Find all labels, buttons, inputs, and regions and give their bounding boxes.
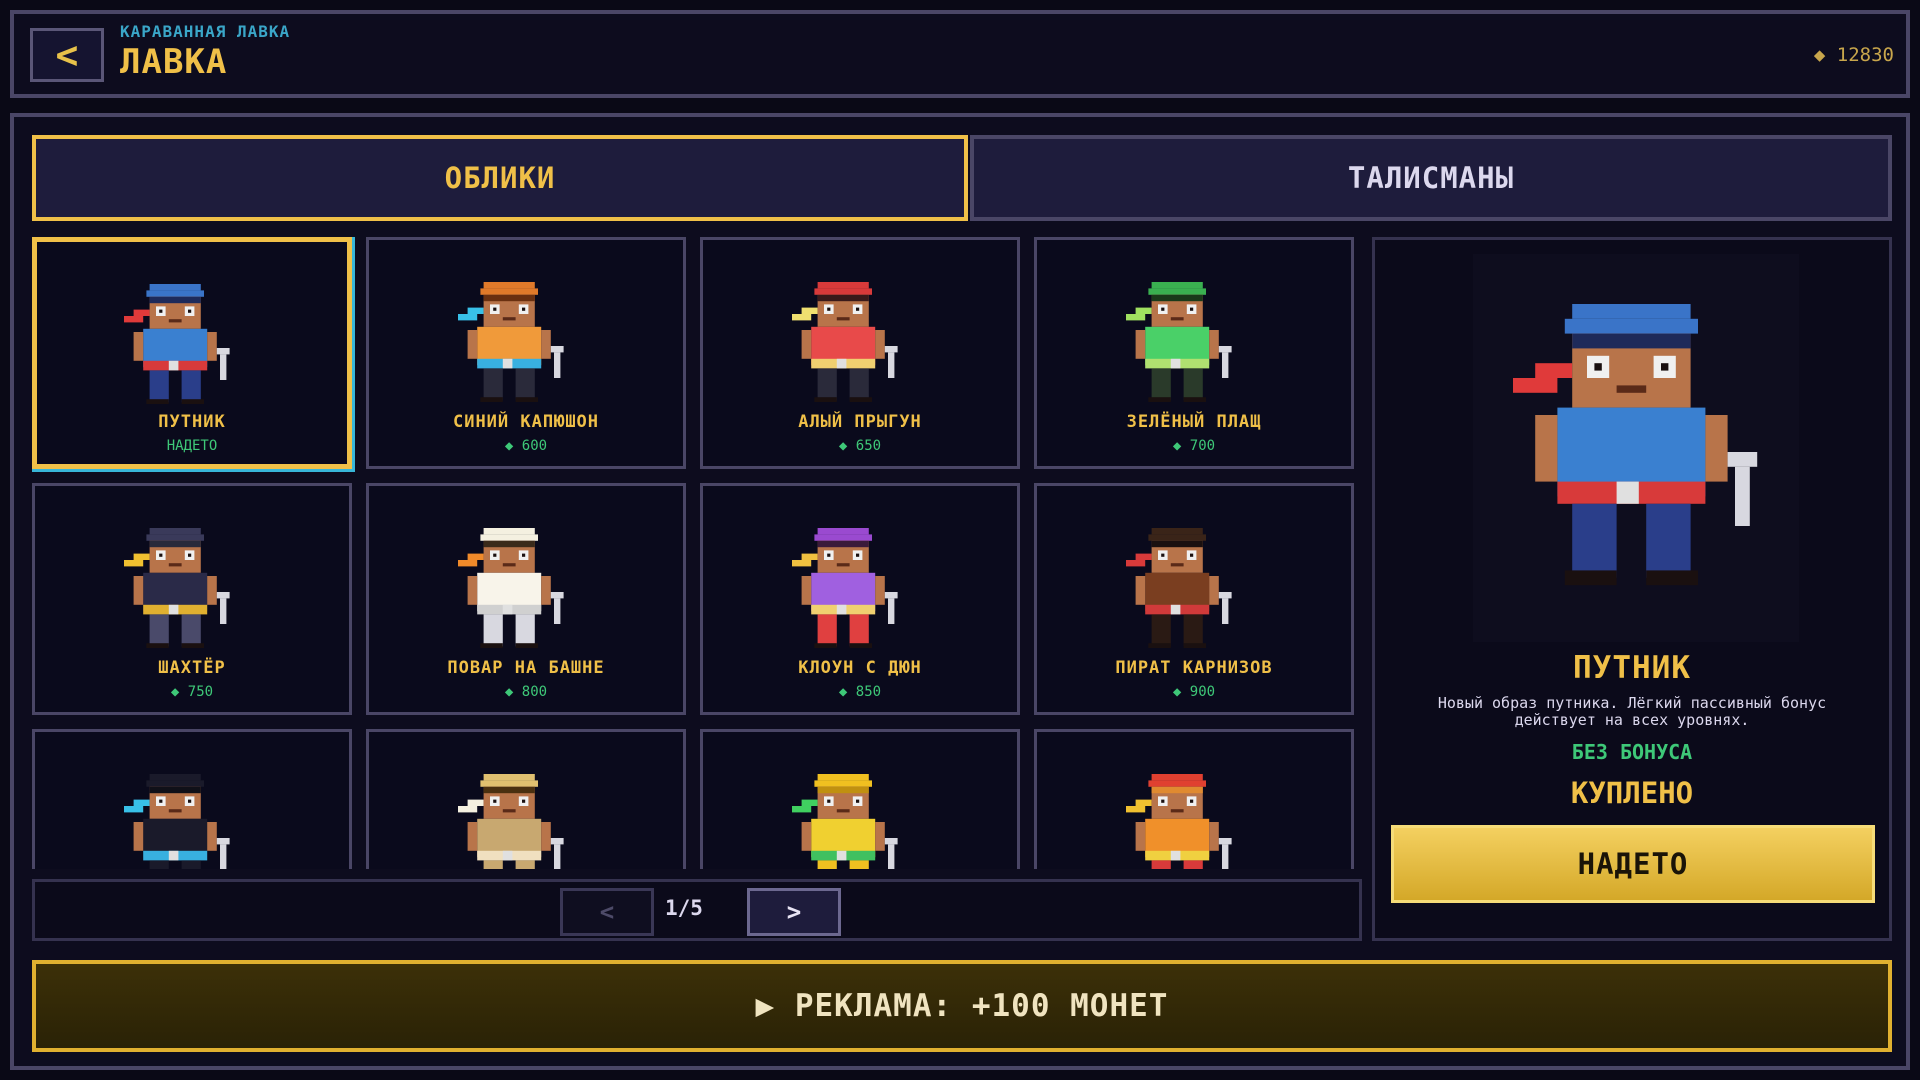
skin-price: ◆ 600 [504,438,548,454]
skin-price: ◆ 800 [504,684,548,700]
page-title: ЛАВКА [120,42,228,82]
character-sprite-icon [1126,774,1232,869]
character-sprite-icon [792,528,898,648]
skin-bonus: БЕЗ БОНУСА [1571,740,1693,764]
skin-name: АЛЫЙ ПРЫГУН [798,412,922,432]
skin-name: ШАХТЁР [158,658,226,678]
prev-page-button[interactable]: < [560,888,654,936]
character-sprite-icon [124,528,230,648]
skin-price: ◆ 850 [838,684,882,700]
character-sprite-icon [458,282,564,402]
character-sprite-icon [458,528,564,648]
skin-card[interactable] [700,729,1020,869]
skin-name: ПОВАР НА БАШНЕ [447,658,605,678]
pager: < 1/5 > [32,879,1362,941]
equip-button[interactable]: НАДЕТО [1391,825,1875,903]
character-sprite-icon [458,774,564,869]
character-sprite-icon [124,284,230,404]
purchase-status: КУПЛЕНО [1570,776,1694,810]
character-sprite-icon [792,774,898,869]
character-sprite-icon [1126,528,1232,648]
skin-card[interactable]: ПИРАТ КАРНИЗОВ ◆ 900 [1034,483,1354,715]
skin-card[interactable]: ПУТНИК НАДЕТО [32,237,352,469]
page-indicator: 1/5 [665,896,703,920]
skin-price: ◆ 650 [838,438,882,454]
skin-name: КЛОУН С ДЮН [798,658,922,678]
tab-charms[interactable]: ТАЛИСМАНЫ [970,135,1892,221]
skin-price: ◆ 700 [1172,438,1216,454]
skin-card[interactable]: СИНИЙ КАПЮШОН ◆ 600 [366,237,686,469]
skin-price: ◆ 900 [1172,684,1216,700]
skin-card[interactable]: ЗЕЛЁНЫЙ ПЛАЩ ◆ 700 [1034,237,1354,469]
skin-name: ЗЕЛЁНЫЙ ПЛАЩ [1126,412,1262,432]
skin-card[interactable]: ШАХТЁР ◆ 750 [32,483,352,715]
character-sprite-icon [124,774,230,869]
skin-card[interactable]: ПОВАР НА БАШНЕ ◆ 800 [366,483,686,715]
tab-skins[interactable]: ОБЛИКИ [32,135,968,221]
skin-name: ПИРАТ КАРНИЗОВ [1115,658,1273,678]
skin-price: НАДЕТО [166,438,218,454]
back-button[interactable]: < [30,28,104,82]
skin-title: ПУТНИК [1573,650,1691,686]
skin-description: Новый образ путника. Лёгкий пассивный бо… [1437,694,1827,729]
next-page-button[interactable]: > [747,888,841,936]
character-sprite-icon [1126,282,1232,402]
skin-card[interactable]: АЛЫЙ ПРЫГУН ◆ 650 [700,237,1020,469]
shop-subtitle: КАРАВАННАЯ ЛАВКА [120,22,291,41]
skin-grid: ПУТНИК НАДЕТО СИНИЙ КАПЮШОН ◆ 600 АЛЫЙ ПРЫГУ… [32,237,1362,869]
character-sprite-icon [792,282,898,402]
shop-panel: ОБЛИКИ ТАЛИСМАНЫ ПУТНИК НАДЕТО СИНИЙ КАПЮШ… [10,113,1910,1070]
skin-detail-panel: ПУТНИК Новый образ путника. Лёгкий пасси… [1372,237,1892,941]
character-preview-icon [1513,304,1758,586]
skin-preview [1473,254,1799,642]
top-bar: < КАРАВАННАЯ ЛАВКА ЛАВКА ◆ 12830 [10,10,1910,98]
coin-balance: ◆ 12830 [1813,44,1894,66]
skin-name: ПУТНИК [158,412,226,432]
skin-card[interactable] [32,729,352,869]
skin-card[interactable] [366,729,686,869]
skin-price: ◆ 750 [170,684,214,700]
watch-ad-button[interactable]: ▶ РЕКЛАМА: +100 МОНЕТ [32,960,1892,1052]
skin-name: СИНИЙ КАПЮШОН [452,412,600,432]
skin-card[interactable] [1034,729,1354,869]
skin-card[interactable]: КЛОУН С ДЮН ◆ 850 [700,483,1020,715]
